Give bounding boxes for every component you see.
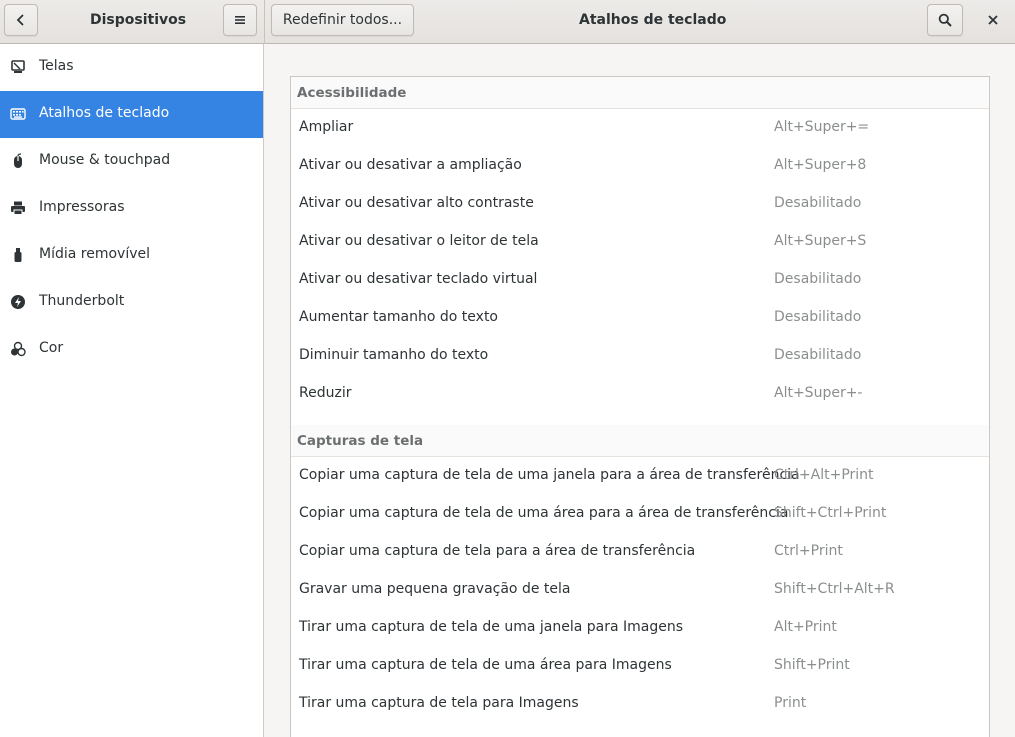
sidebar: Telas Atalhos de teclado Mouse & touchpa… xyxy=(0,44,264,737)
shortcut-accel: Shift+Ctrl+Print xyxy=(774,505,887,521)
shortcut-name: Gravar uma pequena gravação de tela xyxy=(299,581,571,597)
shortcut-name: Ativar ou desativar alto contraste xyxy=(299,195,534,211)
section-header-capturas: Capturas de tela xyxy=(291,425,989,457)
shortcut-row[interactable]: Ampliar Alt+Super+= xyxy=(291,109,989,147)
shortcut-row[interactable]: Aumentar tamanho do texto Desabilitado xyxy=(291,299,989,337)
shortcut-name: Ampliar xyxy=(299,119,354,135)
mouse-icon xyxy=(10,153,26,169)
sidebar-item-label: Impressoras xyxy=(39,199,125,215)
shortcut-accel: Ctrl+Print xyxy=(774,543,843,559)
close-button[interactable] xyxy=(978,4,1008,36)
chevron-left-icon xyxy=(15,14,27,26)
sidebar-item-cor[interactable]: Cor xyxy=(0,326,263,373)
shortcut-accel: Alt+Super+8 xyxy=(774,157,867,173)
header-divider xyxy=(264,0,265,44)
shortcut-accel: Desabilitado xyxy=(774,271,862,287)
usb-drive-icon xyxy=(10,247,26,263)
shortcut-accel: Desabilitado xyxy=(774,195,862,211)
shortcut-name: Copiar uma captura de tela de uma área p… xyxy=(299,505,789,521)
shortcut-row[interactable]: Ativar ou desativar o leitor de tela Alt… xyxy=(291,223,989,261)
shortcut-name: Diminuir tamanho do texto xyxy=(299,347,489,363)
display-icon xyxy=(10,59,26,75)
sidebar-item-impressoras[interactable]: Impressoras xyxy=(0,185,263,232)
back-button[interactable] xyxy=(4,4,38,36)
sidebar-item-label: Cor xyxy=(39,340,64,356)
shortcut-row[interactable]: Tirar uma captura de tela de uma janela … xyxy=(291,609,989,647)
shortcut-row[interactable]: Ativar ou desativar alto contraste Desab… xyxy=(291,185,989,223)
color-icon xyxy=(10,341,26,357)
shortcut-accel: Alt+Print xyxy=(774,619,837,635)
reset-all-button[interactable]: Redefinir todos... xyxy=(271,4,414,36)
sidebar-item-label: Mídia removível xyxy=(39,246,151,262)
shortcut-row[interactable]: Copiar uma captura de tela de uma área p… xyxy=(291,495,989,533)
search-button[interactable] xyxy=(927,4,963,36)
sidebar-item-label: Atalhos de teclado xyxy=(39,105,170,121)
shortcuts-list: Acessibilidade Ampliar Alt+Super+= Ativa… xyxy=(290,76,990,737)
shortcut-accel: Desabilitado xyxy=(774,347,862,363)
sidebar-item-label: Mouse & touchpad xyxy=(39,152,171,168)
sidebar-item-midia[interactable]: Mídia removível xyxy=(0,232,263,279)
shortcut-name: Tirar uma captura de tela de uma janela … xyxy=(299,619,684,635)
devices-title: Dispositivos xyxy=(90,12,187,28)
shortcut-row[interactable]: Ativar ou desativar teclado virtual Desa… xyxy=(291,261,989,299)
shortcut-accel: Shift+Ctrl+Alt+R xyxy=(774,581,895,597)
sidebar-item-thunderbolt[interactable]: Thunderbolt xyxy=(0,279,263,326)
shortcut-row[interactable]: Gravar uma pequena gravação de tela Shif… xyxy=(291,571,989,609)
shortcut-accel: Shift+Print xyxy=(774,657,850,673)
shortcut-row[interactable]: Copiar uma captura de tela para a área d… xyxy=(291,533,989,571)
shortcut-name: Reduzir xyxy=(299,385,352,401)
shortcut-name: Copiar uma captura de tela de uma janela… xyxy=(299,467,800,483)
shortcut-name: Aumentar tamanho do texto xyxy=(299,309,498,325)
shortcut-row[interactable]: Tirar uma captura de tela para Imagens P… xyxy=(291,685,989,723)
shortcut-accel: Ctrl+Alt+Print xyxy=(774,467,874,483)
shortcut-accel: Alt+Super+= xyxy=(774,119,870,135)
shortcut-name: Ativar ou desativar a ampliação xyxy=(299,157,522,173)
search-icon xyxy=(938,13,952,27)
shortcut-row[interactable]: Diminuir tamanho do texto Desabilitado xyxy=(291,337,989,375)
sidebar-item-telas[interactable]: Telas xyxy=(0,44,263,91)
shortcut-name: Tirar uma captura de tela para Imagens xyxy=(299,695,579,711)
shortcut-row[interactable]: Reduzir Alt+Super+- xyxy=(291,375,989,413)
keyboard-icon xyxy=(10,106,26,122)
shortcut-accel: Desabilitado xyxy=(774,309,862,325)
shortcut-accel: Alt+Super+- xyxy=(774,385,863,401)
sidebar-item-label: Thunderbolt xyxy=(39,293,125,309)
header-bar: Dispositivos Redefinir todos... Atalhos … xyxy=(0,0,1015,44)
shortcut-name: Ativar ou desativar o leitor de tela xyxy=(299,233,539,249)
shortcut-row[interactable]: Copiar uma captura de tela de uma janela… xyxy=(291,457,989,495)
sidebar-item-atalhos[interactable]: Atalhos de teclado xyxy=(0,91,263,138)
section-title: Acessibilidade xyxy=(297,85,407,101)
shortcut-row[interactable]: Tirar uma captura de tela de uma área pa… xyxy=(291,647,989,685)
menu-button[interactable] xyxy=(223,4,257,36)
section-title: Capturas de tela xyxy=(297,433,424,449)
page-title: Atalhos de teclado xyxy=(579,12,727,28)
shortcuts-content: Acessibilidade Ampliar Alt+Super+= Ativa… xyxy=(265,44,1015,737)
sidebar-item-mouse[interactable]: Mouse & touchpad xyxy=(0,138,263,185)
close-icon xyxy=(988,15,998,25)
shortcut-name: Copiar uma captura de tela para a área d… xyxy=(299,543,696,559)
printer-icon xyxy=(10,200,26,216)
hamburger-icon xyxy=(234,14,246,26)
sidebar-item-label: Telas xyxy=(39,58,74,74)
shortcut-name: Ativar ou desativar teclado virtual xyxy=(299,271,538,287)
shortcut-accel: Print xyxy=(774,695,807,711)
thunderbolt-icon xyxy=(10,294,26,310)
shortcut-row[interactable]: Ativar ou desativar a ampliação Alt+Supe… xyxy=(291,147,989,185)
section-header-acessibilidade: Acessibilidade xyxy=(291,77,989,109)
shortcut-accel: Alt+Super+S xyxy=(774,233,867,249)
shortcut-name: Tirar uma captura de tela de uma área pa… xyxy=(299,657,672,673)
